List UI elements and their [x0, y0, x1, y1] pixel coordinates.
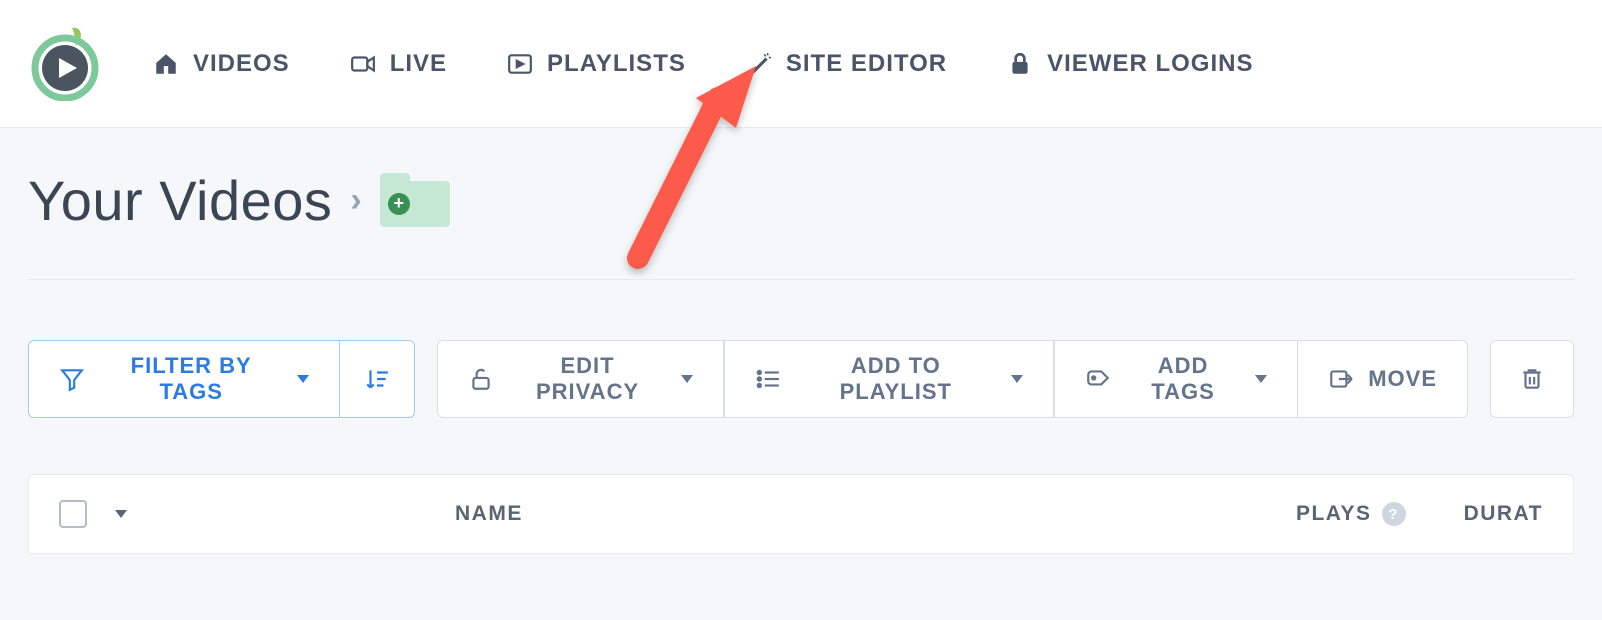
move-button[interactable]: MOVE	[1298, 340, 1468, 418]
button-label: ADD TO PLAYLIST	[795, 353, 997, 405]
column-name[interactable]: NAME	[455, 502, 523, 526]
add-tags-button[interactable]: ADD TAGS	[1054, 340, 1298, 418]
button-label: MOVE	[1368, 366, 1437, 392]
column-label: PLAYS	[1296, 502, 1372, 526]
delete-button[interactable]	[1490, 340, 1574, 418]
help-icon[interactable]: ?	[1382, 502, 1406, 526]
filter-icon	[59, 366, 85, 392]
list-icon	[755, 366, 781, 392]
caret-down-icon	[681, 375, 693, 383]
action-group: EDIT PRIVACY ADD TO PLAYLIST ADD TAGS	[437, 340, 1468, 418]
nav-live[interactable]: LIVE	[350, 50, 447, 78]
nav-label: LIVE	[390, 50, 447, 78]
nav-label: PLAYLISTS	[547, 50, 686, 78]
table-header: NAME PLAYS ? DURAT	[29, 475, 1573, 553]
playlist-icon	[507, 51, 533, 77]
trash-icon	[1519, 366, 1545, 392]
nav-playlists[interactable]: PLAYLISTS	[507, 50, 686, 78]
filter-group: FILTER BY TAGS	[28, 340, 415, 418]
nav-videos[interactable]: VIDEOS	[153, 50, 290, 78]
lock-icon	[1007, 51, 1033, 77]
edit-privacy-button[interactable]: EDIT PRIVACY	[437, 340, 723, 418]
camera-icon	[350, 51, 376, 77]
page-title: Your Videos	[28, 168, 332, 233]
tag-icon	[1085, 366, 1111, 392]
caret-down-icon	[1011, 375, 1023, 383]
page-body: Your Videos › + FILTER BY TAGS	[0, 128, 1602, 620]
column-duration[interactable]: DURAT	[1464, 502, 1543, 526]
sort-icon	[364, 366, 390, 392]
column-plays[interactable]: PLAYS ?	[1296, 502, 1406, 526]
nav-label: SITE EDITOR	[786, 50, 947, 78]
video-table: NAME PLAYS ? DURAT	[28, 474, 1574, 554]
nav-label: VIEWER LOGINS	[1047, 50, 1253, 78]
lock-open-icon	[468, 366, 494, 392]
nav-site-editor[interactable]: SITE EDITOR	[746, 50, 947, 78]
chevron-right-icon: ›	[350, 181, 361, 220]
logo[interactable]	[28, 26, 103, 101]
wand-icon	[746, 51, 772, 77]
home-icon	[153, 51, 179, 77]
caret-down-icon	[1255, 375, 1267, 383]
button-label: ADD TAGS	[1125, 353, 1241, 405]
button-label: EDIT PRIVACY	[508, 353, 666, 405]
plus-icon: +	[388, 193, 410, 215]
toolbar: FILTER BY TAGS EDIT PRIVACY	[28, 340, 1574, 418]
nav-label: VIDEOS	[193, 50, 290, 78]
select-all-caret[interactable]	[115, 510, 127, 518]
button-label: FILTER BY TAGS	[99, 353, 283, 405]
caret-down-icon	[297, 375, 309, 383]
select-all-checkbox[interactable]	[59, 500, 87, 528]
filter-by-tags-button[interactable]: FILTER BY TAGS	[28, 340, 340, 418]
topbar: VIDEOS LIVE PLAYLISTS SITE EDITOR VIEWER…	[0, 0, 1602, 128]
add-to-playlist-button[interactable]: ADD TO PLAYLIST	[724, 340, 1054, 418]
divider	[28, 279, 1574, 280]
main-nav: VIDEOS LIVE PLAYLISTS SITE EDITOR VIEWER…	[153, 50, 1253, 78]
sort-button[interactable]	[340, 340, 415, 418]
new-folder-button[interactable]: +	[380, 173, 450, 229]
breadcrumb: Your Videos › +	[28, 168, 1574, 233]
nav-viewer-logins[interactable]: VIEWER LOGINS	[1007, 50, 1253, 78]
move-icon	[1328, 366, 1354, 392]
